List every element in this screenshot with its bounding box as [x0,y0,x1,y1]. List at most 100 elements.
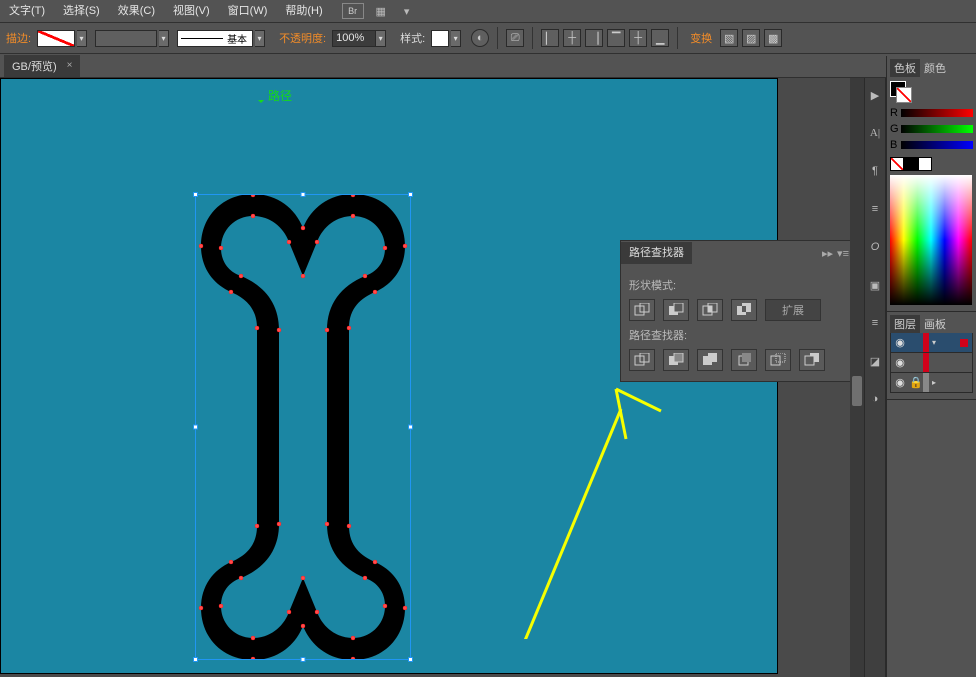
menu-help[interactable]: 帮助(H) [276,0,331,22]
panel-collapse-icon[interactable]: ▸▸ [822,247,833,260]
layer-row-1[interactable]: ◉ ▾ [890,333,973,353]
transform-icon-3[interactable]: ▩ [764,29,782,47]
outline-button[interactable] [765,349,791,371]
merge-button[interactable] [697,349,723,371]
layers-panel[interactable]: 图层 画板 ◉ ▾ ◉ ◉ 🔒 ▸ [887,312,976,400]
align-left-button[interactable]: ▏ [541,29,559,47]
expand-icon[interactable]: ▾ [929,338,939,347]
g-slider[interactable] [901,125,973,133]
align-hcenter-button[interactable]: ┼ [563,29,581,47]
crop-button[interactable] [731,349,757,371]
align-right-button[interactable]: ▕ [585,29,603,47]
bridge-button[interactable]: Br [342,3,364,19]
handle-mr[interactable] [408,425,413,430]
visibility-icon[interactable]: ◉ [891,336,909,349]
black-swatch[interactable] [904,157,918,171]
tab-close-button[interactable]: × [67,60,73,71]
handle-tl[interactable] [193,192,198,197]
opacity-value-field[interactable]: 100% [332,30,376,47]
handle-tm[interactable] [301,192,306,197]
layer-row-2[interactable]: ◉ [890,353,973,373]
opentype-icon[interactable]: O [866,238,884,256]
doc-tab[interactable]: GB/预览) × [4,55,80,77]
menu-view[interactable]: 视图(V) [164,0,219,22]
arrange-docs-icon[interactable]: ▦ [372,2,390,20]
stroke-style-dropdown[interactable]: ▾ [255,30,265,47]
visibility-icon[interactable]: ◉ [891,376,909,389]
fill-dropdown[interactable]: ▾ [77,30,87,47]
paragraph-icon[interactable]: ¶ [866,162,884,180]
visibility-icon[interactable]: ◉ [891,356,909,369]
stroke-style-text: 基本 [227,31,247,46]
color-spectrum[interactable] [890,175,972,305]
handle-ml[interactable] [193,425,198,430]
expand-button[interactable]: 扩展 [765,299,821,321]
menu-text[interactable]: 文字(T) [0,0,54,22]
none-swatch[interactable] [890,157,904,171]
play-icon[interactable]: ▶ [866,86,884,104]
align-1-button[interactable]: ⎚ [506,29,524,47]
graphic-style-swatch[interactable] [431,30,449,47]
menu-effect[interactable]: 效果(C) [109,0,164,22]
panel-menu-icon[interactable]: ▾≡ [837,247,849,260]
character-icon[interactable]: A| [866,124,884,142]
stroke-dock-icon[interactable]: ≡ [866,314,884,332]
layer-row-3[interactable]: ◉ 🔒 ▸ [890,373,973,393]
stroke-weight-dropdown[interactable]: ▾ [159,30,169,47]
align-vcenter-button[interactable]: ┼ [629,29,647,47]
stroke-style-field[interactable]: 基本 [177,30,253,47]
menu-window[interactable]: 窗口(W) [219,0,277,22]
handle-bl[interactable] [193,657,198,662]
tab-color[interactable]: 颜色 [920,59,950,77]
handle-br[interactable] [408,657,413,662]
selection-bounds[interactable] [195,194,411,660]
transform-label[interactable]: 变换 [690,30,712,46]
expand-icon[interactable]: ▸ [929,378,939,387]
graphic-style-dropdown[interactable]: ▾ [451,30,461,47]
scrollbar-thumb[interactable] [852,376,862,406]
stroke-weight-field[interactable] [95,30,157,47]
color-panel[interactable]: 色板 颜色 R G B [887,56,976,312]
stroke-label: 描边: [6,30,31,46]
unite-button[interactable] [629,299,655,321]
right-panel-group: 色板 颜色 R G B 图层 画板 ◉ ▾ [886,56,976,677]
r-label: R [890,107,898,119]
white-swatch[interactable] [918,157,932,171]
b-label: B [890,139,898,151]
fill-stroke-indicator[interactable] [890,81,912,103]
recolor-button[interactable]: ◐ [471,29,489,47]
style-label: 样式: [400,30,425,46]
pathfinder-panel[interactable]: 路径查找器 ▸▸ ▾≡ 形状模式: 扩展 路径查找器: [620,240,856,382]
transparency-icon[interactable]: ◑ [866,390,884,408]
trim-button[interactable] [663,349,689,371]
selection-indicator[interactable] [960,339,968,347]
handle-bm[interactable] [301,657,306,662]
r-slider[interactable] [901,109,973,117]
opacity-label: 不透明度: [279,30,326,46]
align-icon[interactable]: ≡ [866,200,884,218]
panel-dock: ▶ A| ¶ ≡ O ▣ ≡ ◪ ◑ [864,78,886,677]
minus-back-button[interactable] [799,349,825,371]
workspace-icon[interactable]: ▾ [398,2,416,20]
lock-icon[interactable]: 🔒 [909,376,923,389]
pathfinder-dock-icon[interactable]: ▣ [866,276,884,294]
fill-color-swatch[interactable] [37,30,75,47]
opacity-dropdown[interactable]: ▾ [376,30,386,47]
menu-select[interactable]: 选择(S) [54,0,109,22]
intersect-button[interactable] [697,299,723,321]
divide-button[interactable] [629,349,655,371]
transform-icon-2[interactable]: ▨ [742,29,760,47]
appearance-icon[interactable]: ◪ [866,352,884,370]
exclude-button[interactable] [731,299,757,321]
tab-artboards[interactable]: 画板 [920,315,950,333]
pathfinder-tab[interactable]: 路径查找器 [621,242,692,264]
handle-tr[interactable] [408,192,413,197]
tab-layers[interactable]: 图层 [890,315,920,333]
align-top-button[interactable]: ▔ [607,29,625,47]
align-bottom-button[interactable]: ▁ [651,29,669,47]
b-slider[interactable] [901,141,973,149]
vertical-scrollbar[interactable] [850,78,864,677]
tab-swatches[interactable]: 色板 [890,59,920,77]
transform-icon-1[interactable]: ▧ [720,29,738,47]
minus-front-button[interactable] [663,299,689,321]
